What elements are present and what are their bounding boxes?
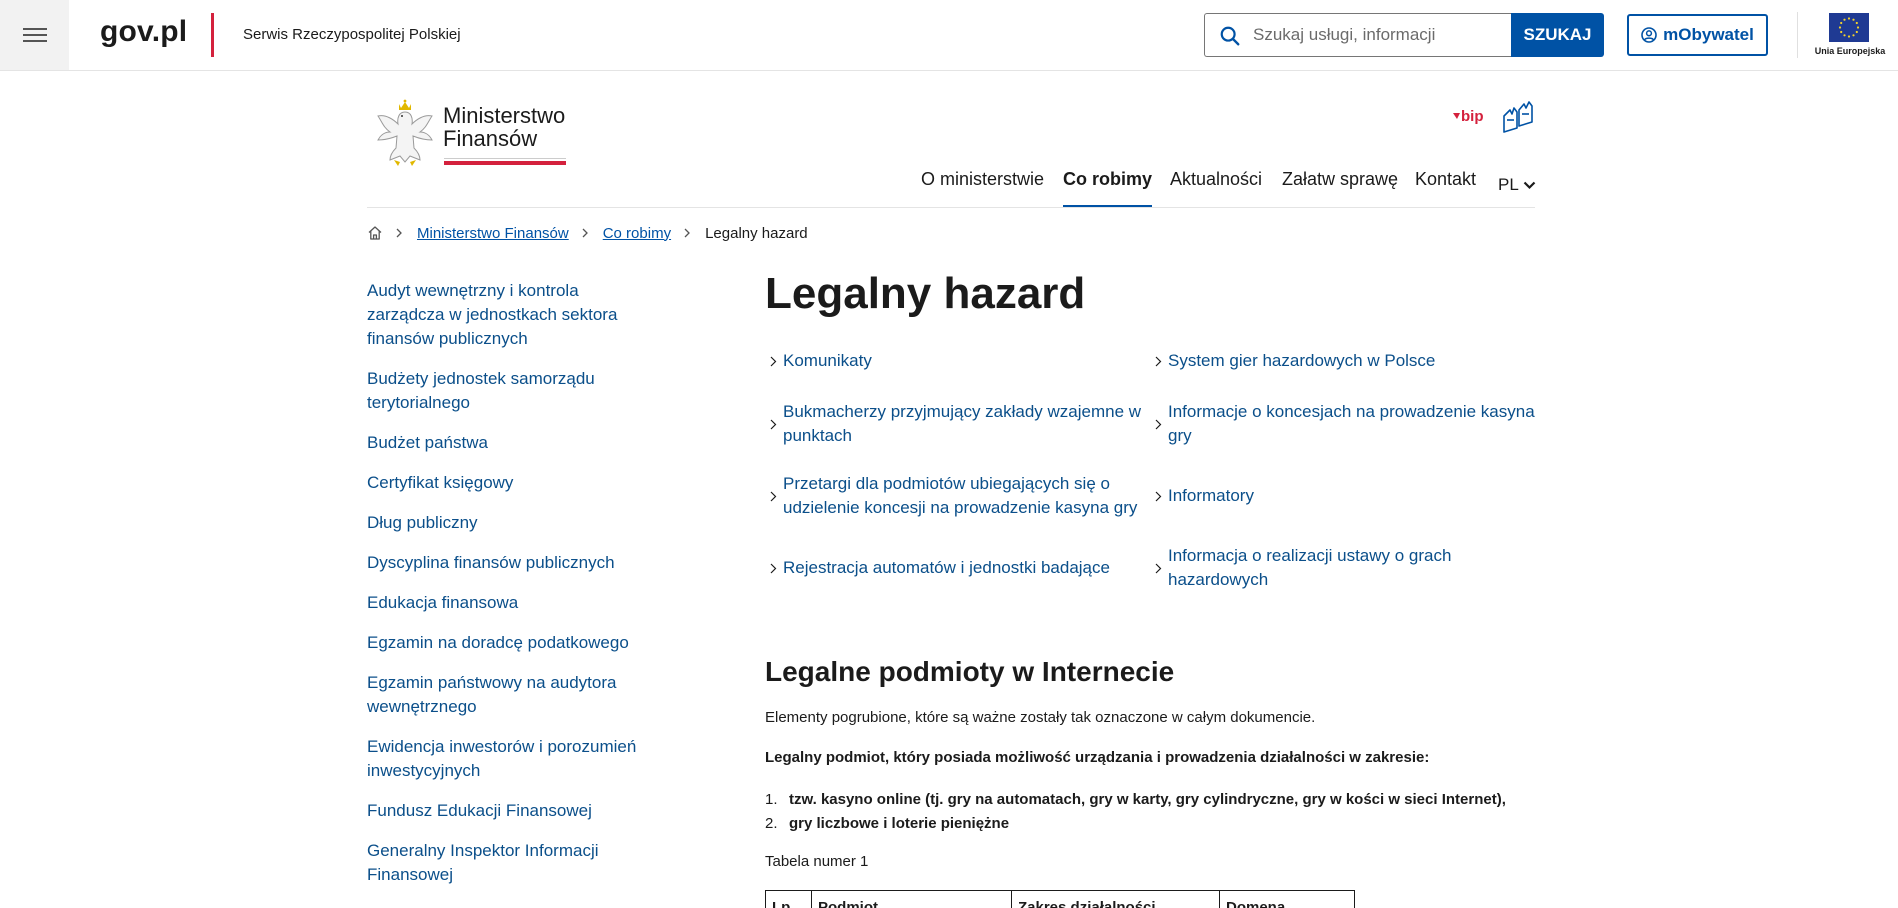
list-item-text: tzw. kasyno online (tj. gry na automatac… [789,791,1506,808]
nav-divider [367,207,1535,208]
nav-aktualnosci[interactable]: Aktualności [1170,166,1262,208]
nav-o-ministerstwie[interactable]: O ministerstwie [921,166,1044,208]
sidebar-item-audyt[interactable]: Audyt wewnętrzny i kontrola zarządcza w … [367,279,657,351]
link-label: Informatory [1168,486,1254,505]
link-label: Komunikaty [783,351,872,370]
home-icon[interactable] [367,225,383,241]
link-label: Informacje o koncesjach na prowadzenie k… [1168,402,1535,445]
breadcrumb: Ministerstwo Finansów Co robimy Legalny … [367,223,808,243]
logo-divider [211,13,214,57]
list-item: 2. gry liczbowe i loterie pieniężne [765,812,1506,836]
link-informatory[interactable]: Informatory [1150,484,1535,508]
sidebar-item-budzet-panstwa[interactable]: Budżet państwa [367,431,657,455]
ordered-list: 1. tzw. kasyno online (tj. gry na automat… [765,788,1506,836]
link-rejestracja[interactable]: Rejestracja automatów i jednostki badają… [765,556,1150,580]
table-header-podmiot: Podmiot [812,891,1012,908]
nav-co-robimy[interactable]: Co robimy [1063,166,1153,208]
sidebar-item-fundusz[interactable]: Fundusz Edukacji Finansowej [367,799,657,823]
bip-logo-icon: bip [1453,108,1484,125]
chevron-right-icon [582,228,588,238]
eu-label: Unia Europejska [1814,46,1886,56]
mobywatel-button[interactable]: mObywatel [1627,14,1768,56]
site-tagline: Serwis Rzeczypospolitej Polskiej [243,26,461,43]
hamburger-icon [22,28,47,42]
sidebar-item-budzety-jst[interactable]: Budżety jednostek samorządu terytorialne… [367,367,657,415]
link-row: Komunikaty System gier hazardowych w Pol… [765,346,1535,376]
link-row: Bukmacherzy przyjmujący zakłady wzajemne… [765,388,1535,460]
page-title: Legalny hazard [765,269,1086,318]
link-label: Rejestracja automatów i jednostki badają… [783,558,1110,577]
breadcrumb-ministerstwo-finansow[interactable]: Ministerstwo Finansów [417,225,569,242]
table-header-lp: Lp. [766,891,812,908]
chevron-right-icon [396,228,402,238]
language-label: PL [1498,175,1519,194]
bold-intro-paragraph: Legalny podmiot, który posiada możliwość… [765,749,1430,766]
link-label: System gier hazardowych w Polsce [1168,351,1436,370]
topic-links: Komunikaty System gier hazardowych w Pol… [765,346,1535,604]
ministry-name-line1: Ministerstwo [443,103,566,128]
chevron-right-icon [770,491,777,501]
list-item: 1. tzw. kasyno online (tj. gry na automat… [765,788,1506,812]
link-label: Informacja o realizacji ustawy o grach h… [1168,546,1452,589]
ministry-name-line2: Finansów [443,126,538,151]
user-circle-icon [1641,27,1657,43]
link-row: Rejestracja automatów i jednostki badają… [765,532,1535,604]
breadcrumb-current: Legalny hazard [705,224,808,242]
search-input[interactable] [1253,14,1503,56]
sidebar-item-egzamin-audytor[interactable]: Egzamin państwowy na audytora wewnętrzne… [367,671,657,719]
breadcrumb-co-robimy[interactable]: Co robimy [603,225,671,242]
chevron-down-icon [1523,181,1536,189]
polish-flag-bar [444,158,566,165]
nav-zalatw-sprawe[interactable]: Załatw sprawę [1282,166,1398,208]
section-title: Legalne podmioty w Internecie [765,656,1175,687]
table-header-zakres: Zakres działalności [1012,891,1220,908]
language-selector[interactable]: PL [1498,175,1536,195]
link-realizacja-ustawy[interactable]: Informacja o realizacji ustawy o grach h… [1150,544,1535,592]
table-caption: Tabela numer 1 [765,853,869,870]
link-label: Przetargi dla podmiotów ubiegających się… [783,474,1138,517]
sidebar-item-ewidencja[interactable]: Ewidencja inwestorów i porozumień inwest… [367,735,657,783]
link-label: Bukmacherzy przyjmujący zakłady wzajemne… [783,402,1142,445]
top-bar: gov.pl Serwis Rzeczypospolitej Polskiej … [0,0,1898,71]
mobywatel-label: mObywatel [1663,25,1754,44]
search-icon [1220,26,1240,46]
search-field[interactable] [1204,13,1511,57]
link-przetargi[interactable]: Przetargi dla podmiotów ubiegających się… [765,472,1150,520]
link-bukmacherzy[interactable]: Bukmacherzy przyjmujący zakłady wzajemne… [765,400,1150,448]
ministry-name[interactable]: Ministerstwo Finansów [443,104,565,150]
govpl-logo[interactable]: gov.pl [100,15,187,49]
chevron-right-icon [770,419,777,429]
sidebar-nav: Audyt wewnętrzny i kontrola zarządcza w … [367,279,657,903]
sidebar-item-certyfikat[interactable]: Certyfikat księgowy [367,471,657,495]
table-header-domena: Domena [1226,899,1286,908]
link-row: Przetargi dla podmiotów ubiegających się… [765,460,1535,532]
search-button[interactable]: SZUKAJ [1511,13,1604,57]
nav-kontakt[interactable]: Kontakt [1415,166,1476,208]
intro-paragraph: Elementy pogrubione, które są ważne zost… [765,709,1316,726]
polish-eagle-emblem-icon [377,99,433,166]
chevron-right-icon [684,228,690,238]
eu-flag-icon [1829,13,1869,42]
hamburger-menu-button[interactable] [0,0,69,70]
sidebar-item-edukacja[interactable]: Edukacja finansowa [367,591,657,615]
chevron-right-icon [770,563,777,573]
sign-language-icon[interactable] [1500,100,1536,134]
eu-divider [1797,12,1798,58]
list-item-text: gry liczbowe i loterie pieniężne [789,815,1010,832]
sidebar-item-giif[interactable]: Generalny Inspektor Informacji Finansowe… [367,839,657,887]
chevron-right-icon [1155,563,1162,573]
bip-label: bip [1461,108,1484,125]
sidebar-item-egzamin-doradca[interactable]: Egzamin na doradcę podatkowego [367,631,657,655]
link-komunikaty[interactable]: Komunikaty [765,349,1150,373]
chevron-right-icon [1155,356,1162,366]
bip-link[interactable]: bip [1451,104,1491,130]
link-system-gier[interactable]: System gier hazardowych w Polsce [1150,349,1535,373]
sidebar-item-dyscyplina[interactable]: Dyscyplina finansów publicznych [367,551,657,575]
sidebar-item-dlug[interactable]: Dług publiczny [367,511,657,535]
chevron-right-icon [1155,491,1162,501]
chevron-right-icon [770,356,777,366]
link-koncesje[interactable]: Informacje o koncesjach na prowadzenie k… [1150,400,1535,448]
chevron-right-icon [1155,419,1162,429]
data-table: Lp. Podmiot Zakres działalności Domena [765,890,1355,908]
